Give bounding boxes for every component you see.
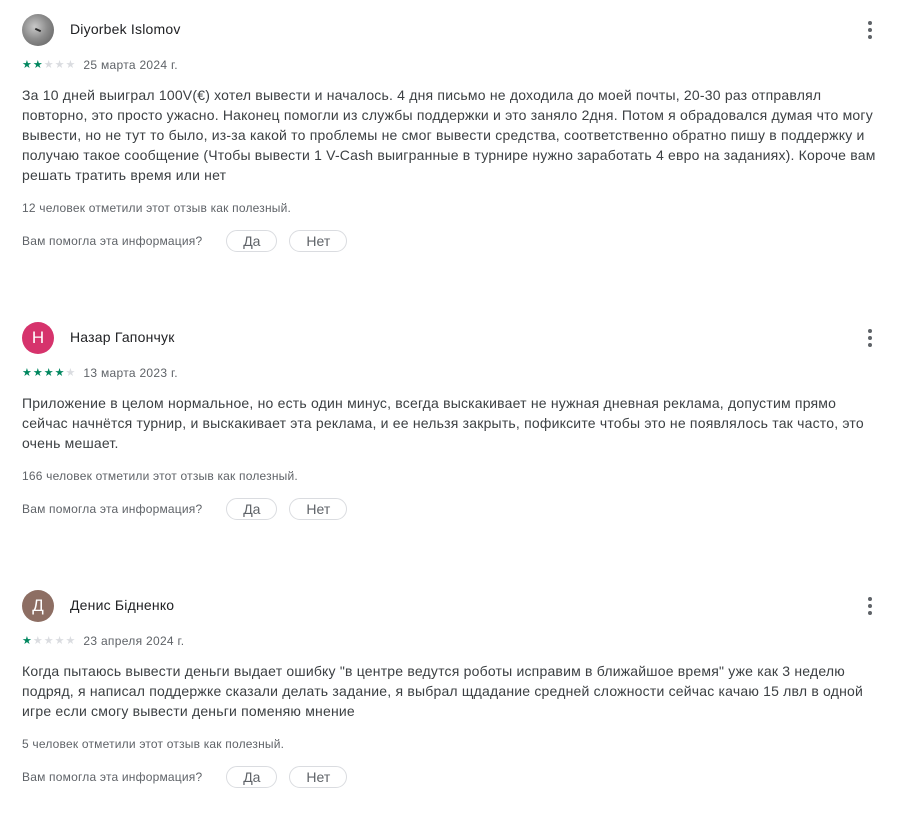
star-filled-icon: ★ — [32, 366, 43, 379]
star-empty-icon: ★ — [32, 634, 43, 647]
review-text: За 10 дней выиграл 100V(€) хотел вывести… — [22, 87, 876, 183]
helpful-no-button[interactable]: Нет — [289, 230, 348, 252]
review-date: 23 апреля 2024 г. — [83, 634, 185, 648]
review-text: Приложение в целом нормальное, но есть о… — [22, 395, 864, 451]
star-rating: ★ ★ ★ ★ ★ — [22, 58, 76, 71]
review-author: Назар Гапончук — [70, 329, 175, 345]
star-filled-icon: ★ — [22, 634, 32, 647]
helpful-no-button[interactable]: Нет — [289, 766, 348, 788]
feedback-row: Вам помогла эта информация? Да Нет — [22, 497, 882, 521]
helpful-count: 12 человек отметили этот отзыв как полез… — [22, 201, 292, 215]
star-filled-icon: ★ — [32, 58, 43, 71]
feedback-row: Вам помогла эта информация? Да Нет — [22, 229, 882, 253]
helpful-yes-button[interactable]: Да — [226, 230, 278, 252]
review-text: Когда пытаюсь вывести деньги выдает ошиб… — [22, 663, 864, 719]
star-empty-icon: ★ — [43, 58, 54, 71]
more-vert-icon[interactable] — [858, 326, 882, 350]
star-empty-icon: ★ — [65, 58, 76, 71]
review-author: Diyorbek Islomov — [70, 21, 181, 37]
helpful-count: 166 человек отметили этот отзыв как поле… — [22, 469, 298, 483]
review-card: Diyorbek Islomov ★ ★ ★ ★ ★ 25 марта 2024 г. … — [22, 14, 882, 253]
avatar: Н — [22, 322, 54, 354]
star-empty-icon: ★ — [65, 366, 76, 379]
star-empty-icon: ★ — [54, 58, 65, 71]
star-filled-icon: ★ — [43, 366, 54, 379]
avatar: Д — [22, 590, 54, 622]
more-vert-icon[interactable] — [858, 594, 882, 618]
star-empty-icon: ★ — [43, 634, 54, 647]
review-date: 25 марта 2024 г. — [83, 58, 178, 72]
avatar — [22, 14, 54, 46]
helpful-yes-button[interactable]: Да — [226, 766, 278, 788]
review-header: Д Денис Бідненко — [22, 590, 882, 622]
rating-row: ★ ★ ★ ★ ★ 25 марта 2024 г. — [22, 57, 882, 73]
rating-row: ★ ★ ★ ★ ★ 13 марта 2023 г. — [22, 365, 882, 381]
review-card: Д Денис Бідненко ★ ★ ★ ★ ★ 23 апреля 2024 г.… — [22, 590, 882, 789]
helpful-count: 5 человек отметили этот отзыв как полезн… — [22, 737, 285, 751]
star-empty-icon: ★ — [65, 634, 76, 647]
star-filled-icon: ★ — [22, 58, 32, 71]
review-header: Н Назар Гапончук — [22, 322, 882, 354]
feedback-question: Вам помогла эта информация? — [22, 770, 203, 784]
review-author: Денис Бідненко — [70, 597, 175, 613]
star-filled-icon: ★ — [22, 366, 32, 379]
helpful-no-button[interactable]: Нет — [289, 498, 348, 520]
review-date: 13 марта 2023 г. — [83, 366, 178, 380]
review-card: Н Назар Гапончук ★ ★ ★ ★ ★ 13 марта 2023 г. … — [22, 322, 882, 521]
more-vert-icon[interactable] — [858, 18, 882, 42]
feedback-row: Вам помогла эта информация? Да Нет — [22, 765, 882, 789]
helpful-yes-button[interactable]: Да — [226, 498, 278, 520]
feedback-question: Вам помогла эта информация? — [22, 502, 203, 516]
star-filled-icon: ★ — [54, 366, 65, 379]
star-empty-icon: ★ — [54, 634, 65, 647]
feedback-question: Вам помогла эта информация? — [22, 234, 203, 248]
rating-row: ★ ★ ★ ★ ★ 23 апреля 2024 г. — [22, 633, 882, 649]
star-rating: ★ ★ ★ ★ ★ — [22, 634, 76, 647]
star-rating: ★ ★ ★ ★ ★ — [22, 366, 76, 379]
review-header: Diyorbek Islomov — [22, 14, 882, 46]
